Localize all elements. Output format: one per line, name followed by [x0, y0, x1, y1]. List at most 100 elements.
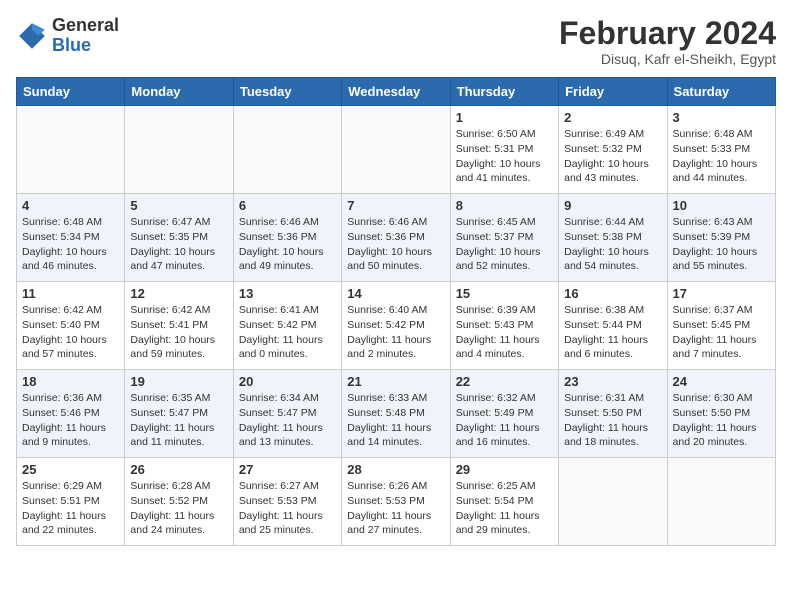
day-info: Sunrise: 6:49 AM Sunset: 5:32 PM Dayligh…: [564, 127, 661, 186]
calendar-cell: 14 Sunrise: 6:40 AM Sunset: 5:42 PM Dayli…: [342, 282, 450, 370]
day-info: Sunrise: 6:47 AM Sunset: 5:35 PM Dayligh…: [130, 215, 227, 274]
calendar-cell: 17 Sunrise: 6:37 AM Sunset: 5:45 PM Dayli…: [667, 282, 775, 370]
logo-blue: Blue: [52, 36, 119, 56]
calendar-week-row: 18 Sunrise: 6:36 AM Sunset: 5:46 PM Dayli…: [17, 370, 776, 458]
day-info: Sunrise: 6:27 AM Sunset: 5:53 PM Dayligh…: [239, 479, 336, 538]
logo-icon: [16, 20, 48, 52]
title-block: February 2024 Disuq, Kafr el-Sheikh, Egy…: [559, 16, 776, 67]
calendar-cell: 7Sunrise: 6:46 AM Sunset: 5:36 PM Daylig…: [342, 194, 450, 282]
calendar-cell: 22Sunrise: 6:32 AM Sunset: 5:49 PM Dayli…: [450, 370, 558, 458]
day-number: 21: [347, 374, 444, 389]
day-info: Sunrise: 6:30 AM Sunset: 5:50 PM Dayligh…: [673, 391, 770, 450]
calendar-table: SundayMondayTuesdayWednesdayThursdayFrid…: [16, 77, 776, 546]
day-number: 19: [130, 374, 227, 389]
month-title: February 2024: [559, 16, 776, 51]
day-number: 8: [456, 198, 553, 213]
day-number: 20: [239, 374, 336, 389]
calendar-cell: 3Sunrise: 6:48 AM Sunset: 5:33 PM Daylig…: [667, 106, 775, 194]
calendar-cell: 2Sunrise: 6:49 AM Sunset: 5:32 PM Daylig…: [559, 106, 667, 194]
day-info: Sunrise: 6:40 AM Sunset: 5:42 PM Dayligh…: [347, 303, 444, 362]
calendar-cell: 23 Sunrise: 6:31 AM Sunset: 5:50 PM Dayli…: [559, 370, 667, 458]
day-info: Sunrise: 6:31 AM Sunset: 5:50 PM Dayligh…: [564, 391, 661, 450]
col-header-friday: Friday: [559, 78, 667, 106]
day-info: Sunrise: 6:36 AM Sunset: 5:46 PM Dayligh…: [22, 391, 119, 450]
calendar-cell: 25Sunrise: 6:29 AM Sunset: 5:51 PM Dayli…: [17, 458, 125, 546]
day-info: Sunrise: 6:41 AM Sunset: 5:42 PM Dayligh…: [239, 303, 336, 362]
day-info: Sunrise: 6:35 AM Sunset: 5:47 PM Dayligh…: [130, 391, 227, 450]
col-header-wednesday: Wednesday: [342, 78, 450, 106]
page-header: General Blue February 2024 Disuq, Kafr e…: [16, 16, 776, 67]
day-number: 18: [22, 374, 119, 389]
day-number: 10: [673, 198, 770, 213]
day-number: 4: [22, 198, 119, 213]
day-info: Sunrise: 6:39 AM Sunset: 5:43 PM Dayligh…: [456, 303, 553, 362]
logo-general: General: [52, 16, 119, 36]
day-info: Sunrise: 6:25 AM Sunset: 5:54 PM Dayligh…: [456, 479, 553, 538]
calendar-cell: 12 Sunrise: 6:42 AM Sunset: 5:41 PM Dayli…: [125, 282, 233, 370]
day-number: 7: [347, 198, 444, 213]
day-number: 5: [130, 198, 227, 213]
calendar-cell: 24 Sunrise: 6:30 AM Sunset: 5:50 PM Dayli…: [667, 370, 775, 458]
day-number: 24: [673, 374, 770, 389]
day-number: 14: [347, 286, 444, 301]
calendar-cell: 20 Sunrise: 6:34 AM Sunset: 5:47 PM Dayli…: [233, 370, 341, 458]
day-number: 27: [239, 462, 336, 477]
day-number: 28: [347, 462, 444, 477]
calendar-cell: 5 Sunrise: 6:47 AM Sunset: 5:35 PM Daylig…: [125, 194, 233, 282]
day-number: 15: [456, 286, 553, 301]
day-number: 17: [673, 286, 770, 301]
day-info: Sunrise: 6:28 AM Sunset: 5:52 PM Dayligh…: [130, 479, 227, 538]
day-number: 25: [22, 462, 119, 477]
calendar-cell: [342, 106, 450, 194]
calendar-cell: 16Sunrise: 6:38 AM Sunset: 5:44 PM Dayli…: [559, 282, 667, 370]
day-number: 12: [130, 286, 227, 301]
calendar-cell: [17, 106, 125, 194]
day-info: Sunrise: 6:33 AM Sunset: 5:48 PM Dayligh…: [347, 391, 444, 450]
calendar-cell: 6 Sunrise: 6:46 AM Sunset: 5:36 PM Daylig…: [233, 194, 341, 282]
col-header-monday: Monday: [125, 78, 233, 106]
calendar-cell: [667, 458, 775, 546]
calendar-week-row: 11 Sunrise: 6:42 AM Sunset: 5:40 PM Dayli…: [17, 282, 776, 370]
day-info: Sunrise: 6:46 AM Sunset: 5:36 PM Dayligh…: [239, 215, 336, 274]
calendar-cell: 18 Sunrise: 6:36 AM Sunset: 5:46 PM Dayli…: [17, 370, 125, 458]
day-number: 1: [456, 110, 553, 125]
col-header-tuesday: Tuesday: [233, 78, 341, 106]
day-info: Sunrise: 6:48 AM Sunset: 5:34 PM Dayligh…: [22, 215, 119, 274]
calendar-week-row: 1Sunrise: 6:50 AM Sunset: 5:31 PM Daylig…: [17, 106, 776, 194]
day-number: 13: [239, 286, 336, 301]
calendar-cell: 15 Sunrise: 6:39 AM Sunset: 5:43 PM Dayli…: [450, 282, 558, 370]
day-info: Sunrise: 6:43 AM Sunset: 5:39 PM Dayligh…: [673, 215, 770, 274]
day-info: Sunrise: 6:42 AM Sunset: 5:40 PM Dayligh…: [22, 303, 119, 362]
calendar-cell: 1Sunrise: 6:50 AM Sunset: 5:31 PM Daylig…: [450, 106, 558, 194]
calendar-cell: 4 Sunrise: 6:48 AM Sunset: 5:34 PM Daylig…: [17, 194, 125, 282]
calendar-cell: [233, 106, 341, 194]
calendar-cell: 13 Sunrise: 6:41 AM Sunset: 5:42 PM Dayli…: [233, 282, 341, 370]
day-number: 11: [22, 286, 119, 301]
day-info: Sunrise: 6:37 AM Sunset: 5:45 PM Dayligh…: [673, 303, 770, 362]
day-info: Sunrise: 6:45 AM Sunset: 5:37 PM Dayligh…: [456, 215, 553, 274]
calendar-cell: 26 Sunrise: 6:28 AM Sunset: 5:52 PM Dayli…: [125, 458, 233, 546]
calendar-cell: 29 Sunrise: 6:25 AM Sunset: 5:54 PM Dayli…: [450, 458, 558, 546]
day-info: Sunrise: 6:42 AM Sunset: 5:41 PM Dayligh…: [130, 303, 227, 362]
calendar-cell: [559, 458, 667, 546]
calendar-header-row: SundayMondayTuesdayWednesdayThursdayFrid…: [17, 78, 776, 106]
day-number: 23: [564, 374, 661, 389]
location-title: Disuq, Kafr el-Sheikh, Egypt: [559, 51, 776, 67]
calendar-week-row: 25Sunrise: 6:29 AM Sunset: 5:51 PM Dayli…: [17, 458, 776, 546]
day-info: Sunrise: 6:34 AM Sunset: 5:47 PM Dayligh…: [239, 391, 336, 450]
col-header-sunday: Sunday: [17, 78, 125, 106]
day-info: Sunrise: 6:44 AM Sunset: 5:38 PM Dayligh…: [564, 215, 661, 274]
calendar-cell: 28Sunrise: 6:26 AM Sunset: 5:53 PM Dayli…: [342, 458, 450, 546]
day-info: Sunrise: 6:48 AM Sunset: 5:33 PM Dayligh…: [673, 127, 770, 186]
calendar-cell: 11 Sunrise: 6:42 AM Sunset: 5:40 PM Dayli…: [17, 282, 125, 370]
calendar-cell: 21 Sunrise: 6:33 AM Sunset: 5:48 PM Dayli…: [342, 370, 450, 458]
day-info: Sunrise: 6:38 AM Sunset: 5:44 PM Dayligh…: [564, 303, 661, 362]
col-header-thursday: Thursday: [450, 78, 558, 106]
calendar-cell: 9Sunrise: 6:44 AM Sunset: 5:38 PM Daylig…: [559, 194, 667, 282]
day-number: 6: [239, 198, 336, 213]
calendar-week-row: 4 Sunrise: 6:48 AM Sunset: 5:34 PM Daylig…: [17, 194, 776, 282]
calendar-cell: 8 Sunrise: 6:45 AM Sunset: 5:37 PM Daylig…: [450, 194, 558, 282]
calendar-cell: [125, 106, 233, 194]
day-number: 26: [130, 462, 227, 477]
day-number: 29: [456, 462, 553, 477]
